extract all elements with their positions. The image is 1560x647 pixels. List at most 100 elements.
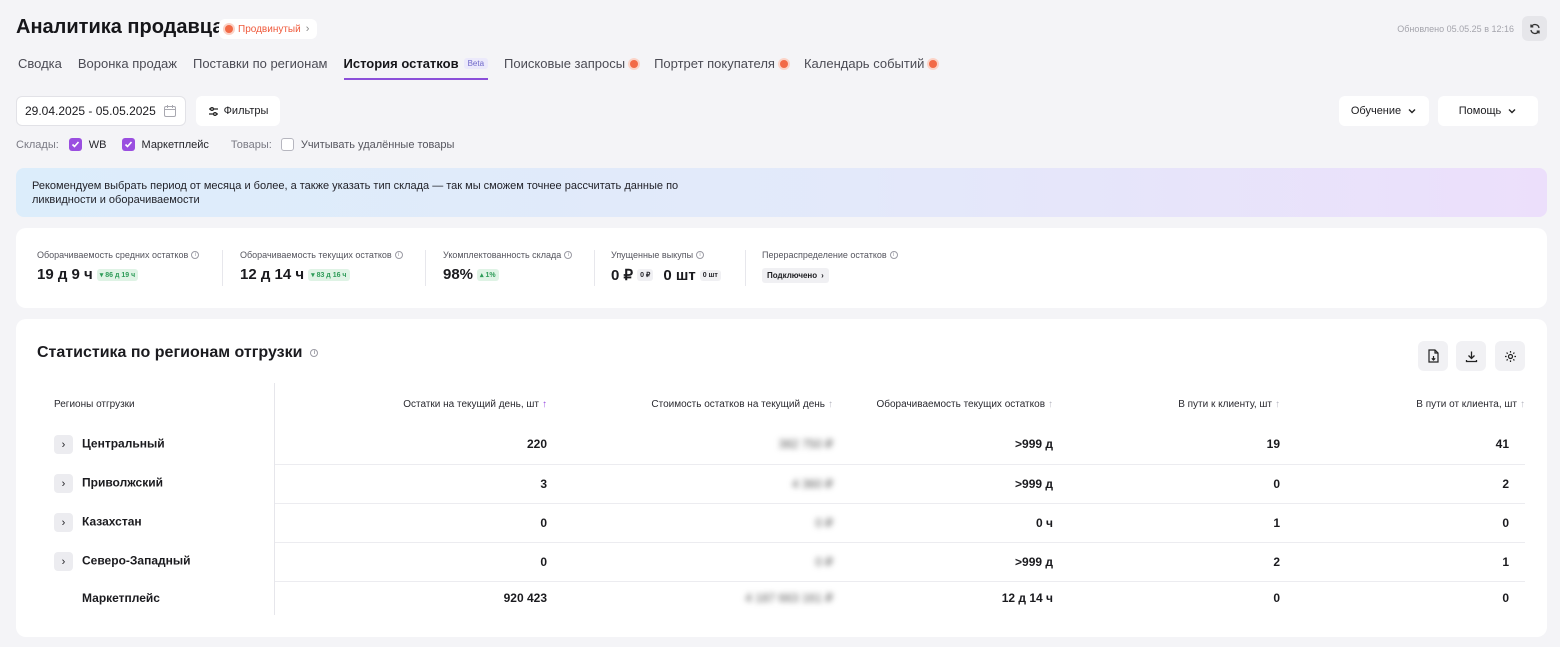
delta-value: 1% [485, 271, 496, 279]
table-row[interactable]: › Казахстан 0 0 ₽ 0 ч 1 0 [37, 503, 1525, 543]
new-dot-icon [630, 60, 639, 68]
date-range-value: 29.04.2025 - 05.05.2025 [25, 104, 156, 118]
export-doc-button[interactable] [1418, 341, 1448, 371]
cell-stock: 3 [274, 464, 547, 504]
expand-row-button[interactable]: › [54, 513, 73, 532]
plan-badge[interactable]: Продвинутый › [219, 19, 318, 39]
tab-label: Сводка [18, 56, 62, 71]
tabs: Сводка Воронка продаж Поставки по регион… [18, 56, 953, 80]
expand-row-button[interactable]: › [54, 435, 73, 454]
recommendation-banner: Рекомендуем выбрать период от месяца и б… [16, 168, 1547, 217]
sort-arrow-icon[interactable]: ↑ [542, 399, 547, 410]
tab-events-calendar[interactable]: Календарь событий [803, 56, 938, 80]
redistribution-status-badge[interactable]: Подключено › [762, 268, 829, 283]
filters-button[interactable]: Фильтры [196, 96, 280, 126]
settings-button[interactable] [1495, 341, 1525, 371]
cell-turnover: >999 д [833, 542, 1053, 582]
table-row[interactable]: › Центральный 220 382 750 ₽ >999 д 19 41 [37, 425, 1525, 465]
tab-label: Календарь событий [803, 56, 925, 71]
tab-sales-funnel[interactable]: Воронка продаж [78, 56, 177, 80]
table-total-row: Маркетплейс 920 423 4 187 663 161 ₽ 12 д… [37, 581, 1525, 615]
region-stats-card: Статистика по регионам отгрузки i Регион… [16, 319, 1547, 637]
cell-cost: 0 ₽ [547, 503, 833, 543]
delta-value: 86 д 19 ч [105, 271, 136, 279]
col-header-turnover[interactable]: Оборачиваемость текущих остатков ↑ [833, 383, 1053, 425]
cell-turnover: >999 д [833, 425, 1053, 465]
table-row[interactable]: › Приволжский 3 4 360 ₽ >999 д 0 2 [37, 464, 1525, 504]
cell-from-client: 2 [1280, 464, 1525, 504]
metric-label: Оборачиваемость текущих остатков [240, 250, 392, 260]
header-label: Оборачиваемость текущих остатков [876, 398, 1045, 410]
help-dropdown[interactable]: Помощь [1438, 96, 1538, 126]
table-row[interactable]: › Северо-Западный 0 0 ₽ >999 д 2 1 [37, 542, 1525, 582]
cell-stock: 0 [274, 542, 547, 582]
expand-row-button[interactable]: › [54, 552, 73, 571]
tab-label: Поставки по регионам [192, 56, 328, 71]
tab-buyer-portrait[interactable]: Портрет покупателя [654, 56, 788, 80]
metric-redistribution: Перераспределение остатков i Подключено › [762, 250, 898, 283]
metric-current-turnover: Оборачиваемость текущих остатков i 12 д 1… [240, 250, 403, 283]
region-name: Казахстан [82, 514, 142, 529]
marketplace-checkbox[interactable] [121, 138, 135, 151]
download-button[interactable] [1456, 341, 1486, 371]
deleted-goods-checkbox[interactable] [280, 138, 294, 151]
learning-dropdown[interactable]: Обучение [1339, 96, 1429, 126]
col-header-stock[interactable]: Остатки на текущий день, шт ↑ [274, 383, 547, 425]
banner-line-2: ликвидности и оборачиваемости [32, 194, 200, 206]
filter-row: Склады: WB Маркетплейс Товары: Учитывать… [16, 138, 454, 151]
metric-chip-pcs: 0 шт [699, 269, 721, 281]
date-range-input[interactable]: 29.04.2025 - 05.05.2025 [16, 96, 186, 126]
cell-to-client: 0 [1273, 591, 1280, 606]
tab-label: История остатков [343, 56, 459, 71]
metric-missed-buyouts: Упущенные выкупы i 0 ₽ 0 ₽ 0 шт 0 шт [611, 250, 721, 284]
metric-divider [594, 250, 595, 286]
cell-stock: 920 423 [503, 591, 547, 606]
cell-from-client: 1 [1280, 542, 1525, 582]
info-icon[interactable]: i [564, 251, 573, 259]
col-header-to-client[interactable]: В пути к клиенту, шт ↑ [1053, 383, 1280, 425]
sort-arrow-icon[interactable]: ↑ [828, 399, 833, 410]
banner-line-1: Рекомендуем выбрать период от месяца и б… [32, 180, 679, 192]
col-header-from-client[interactable]: В пути от клиента, шт ↑ [1280, 383, 1525, 425]
wb-checkbox[interactable] [68, 138, 82, 151]
expand-row-button[interactable]: › [54, 474, 73, 493]
metrics-card: Оборачиваемость средних остатков i 19 д 9… [16, 228, 1547, 308]
info-icon[interactable]: i [696, 251, 705, 259]
help-label: Помощь [1458, 105, 1502, 117]
new-dot-icon [779, 60, 788, 68]
sort-arrow-icon[interactable]: ↑ [1275, 399, 1280, 410]
tab-regional-supplies[interactable]: Поставки по регионам [193, 56, 328, 80]
cell-turnover: 0 ч [833, 503, 1053, 543]
cell-to-client: 19 [1053, 425, 1280, 465]
header-label: Остатки на текущий день, шт [403, 398, 539, 410]
col-header-cost[interactable]: Стоимость остатков на текущий день ↑ [547, 383, 833, 425]
info-icon[interactable]: i [394, 251, 403, 259]
status-label: Подключено [767, 271, 818, 280]
sliders-icon [208, 106, 218, 116]
document-export-icon [1427, 349, 1439, 363]
sort-arrow-icon[interactable]: ↑ [1048, 399, 1053, 410]
metric-divider [425, 250, 426, 286]
col-header-region: Регионы отгрузки [37, 383, 275, 425]
header-label: Стоимость остатков на текущий день [651, 398, 825, 410]
cell-to-client: 0 [1053, 464, 1280, 504]
info-icon[interactable]: i [191, 251, 200, 259]
tab-stock-history[interactable]: История остатков Beta [343, 56, 489, 80]
metric-value-pcs: 0 шт [663, 266, 696, 284]
info-icon[interactable]: i [310, 349, 319, 357]
tab-summary[interactable]: Сводка [18, 56, 62, 80]
tab-label: Портрет покупателя [654, 56, 775, 71]
plan-badge-label: Продвинутый [238, 23, 301, 35]
metric-delta: ▾ 83 д 16 ч [308, 268, 350, 281]
sort-arrow-icon[interactable]: ↑ [1520, 399, 1525, 410]
tab-search-queries[interactable]: Поисковые запросы [504, 56, 639, 80]
wb-label: WB [88, 138, 107, 151]
total-label: Маркетплейс [82, 591, 160, 605]
metric-label: Упущенные выкупы [611, 250, 694, 260]
region-name: Северо-Западный [82, 553, 191, 568]
chevron-down-icon [1408, 109, 1416, 114]
info-icon[interactable]: i [889, 251, 898, 259]
refresh-button[interactable] [1522, 16, 1547, 41]
check-icon [71, 141, 79, 148]
region-name: Приволжский [82, 475, 163, 490]
